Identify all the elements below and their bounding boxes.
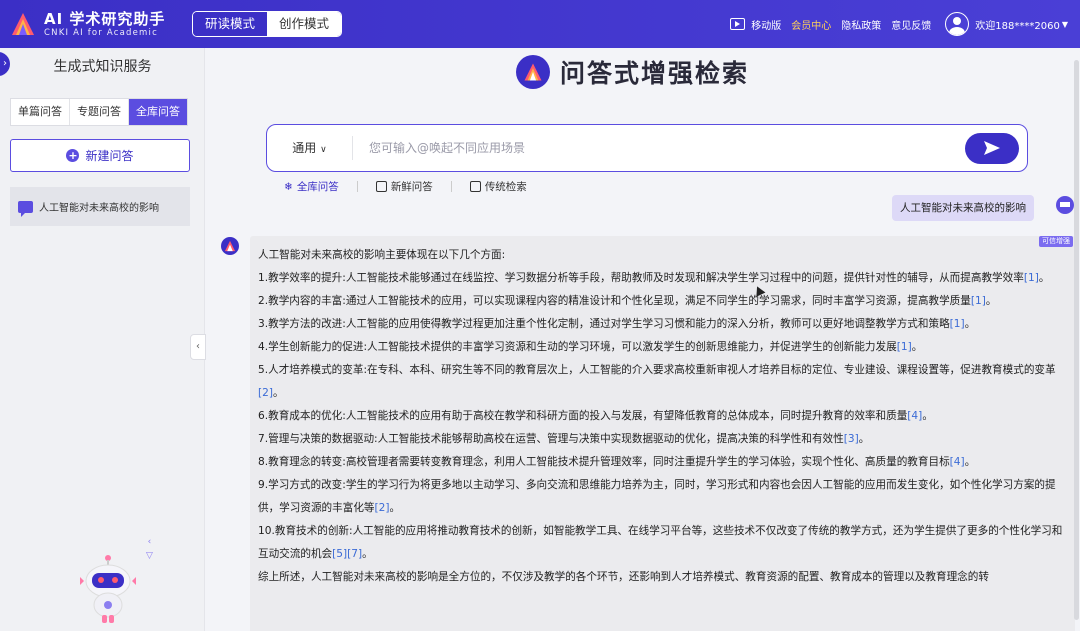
chat-icon bbox=[18, 200, 33, 217]
scope-label: 通用 bbox=[292, 141, 317, 155]
reference-link[interactable]: [5][7] bbox=[332, 548, 362, 560]
answer-item: 7.管理与决策的数据驱动:人工智能技术能够帮助高校在运营、管理与决策中实现数据驱… bbox=[258, 428, 1065, 451]
tab-fresh-qa[interactable]: 新鲜问答 bbox=[375, 179, 433, 194]
reference-link[interactable]: [3] bbox=[844, 433, 859, 445]
scrollbar[interactable] bbox=[1074, 60, 1079, 620]
answer-item-text: 2.教学内容的丰富:通过人工智能技术的应用，可以实现课程内容的精准设计和个性化呈… bbox=[258, 295, 971, 307]
tab-study-mode[interactable]: 研读模式 bbox=[193, 12, 268, 36]
reference-link[interactable]: [1] bbox=[897, 341, 912, 353]
app-subtitle: CNKI AI for Academic bbox=[44, 27, 158, 38]
trust-badge: 可信增强 bbox=[1039, 236, 1073, 247]
reference-link[interactable]: [1] bbox=[1024, 272, 1039, 284]
snowflake-icon: ❄ bbox=[284, 180, 293, 193]
answer-item-text: 5.人才培养模式的变革:在专科、本科、研究生等不同的教育层次上，人工智能的介入要… bbox=[258, 364, 1056, 376]
answer-item-end: 。 bbox=[858, 433, 870, 445]
tab-library-search[interactable]: ❄ 全库问答 bbox=[284, 179, 339, 194]
tab-traditional-search[interactable]: 传统检索 bbox=[469, 179, 527, 194]
assistant-controls[interactable]: ‹ ▽ bbox=[146, 535, 153, 563]
search-box: 通用 ∨ bbox=[266, 124, 1028, 172]
sidebar-title: 生成式知识服务 bbox=[53, 59, 152, 75]
answer-item-end: 。 bbox=[964, 456, 976, 468]
reference-link[interactable]: [4] bbox=[950, 456, 965, 468]
collapse-sidebar-button[interactable]: ‹ bbox=[190, 334, 206, 360]
app-title: AI 学术研究助手 bbox=[44, 9, 166, 28]
mobile-link[interactable]: 移动版 bbox=[751, 17, 781, 32]
answer-item-end: 。 bbox=[389, 502, 401, 514]
answer-item-text: 3.教学方法的改进:人工智能的应用使得教学过程更加注重个性化定制，通过对学生学习… bbox=[258, 318, 950, 330]
chevron-down-icon[interactable]: ▼ bbox=[1062, 20, 1068, 29]
reference-link[interactable]: [2] bbox=[258, 387, 273, 399]
answer-item: 10.教育技术的创新:人工智能的应用将推动教育技术的创新，如智能教学工具、在线学… bbox=[258, 520, 1065, 566]
tab-traditional-search-label: 传统检索 bbox=[484, 181, 527, 193]
answer-item: 1.教学效率的提升:人工智能技术能够通过在线监控、学习数据分析等手段，帮助教师及… bbox=[258, 267, 1065, 290]
sidebar: › 生成式知识服务 单篇问答 专题问答 全库问答 + 新建问答 人工智能对未来高… bbox=[0, 48, 206, 631]
answer-item-end: 。 bbox=[964, 318, 976, 330]
answer-item: 4.学生创新能力的促进:人工智能技术提供的丰富学习资源和生动的学习环境，可以激发… bbox=[258, 336, 1065, 359]
hero: 问答式增强检索 bbox=[516, 54, 749, 90]
answer-intro: 人工智能对未来高校的影响主要体现在以下几个方面: bbox=[258, 249, 506, 261]
answer-panel: 可信增强 人工智能对未来高校的影响主要体现在以下几个方面: 1.教学效率的提升:… bbox=[250, 236, 1075, 631]
new-qa-button[interactable]: + 新建问答 bbox=[10, 139, 190, 172]
answer-item: 3.教学方法的改进:人工智能的应用使得教学过程更加注重个性化定制，通过对学生学习… bbox=[258, 313, 1065, 336]
chevron-down-icon: ∨ bbox=[320, 145, 327, 155]
answer-item: 5.人才培养模式的变革:在专科、本科、研究生等不同的教育层次上，人工智能的介入要… bbox=[258, 359, 1065, 405]
feedback-link[interactable]: 意见反馈 bbox=[891, 17, 931, 32]
document-icon bbox=[469, 181, 481, 192]
answer-item-end: 。 bbox=[911, 341, 923, 353]
privacy-link[interactable]: 隐私政策 bbox=[841, 17, 881, 32]
reference-link[interactable]: [4] bbox=[907, 410, 922, 422]
history-item[interactable]: 人工智能对未来高校的影响 bbox=[10, 187, 190, 226]
answer-item: 9.学习方式的改变:学生的学习行为将更多地以主动学习、多向交流和思维能力培养为主… bbox=[258, 474, 1065, 520]
scope-select[interactable]: 通用 ∨ bbox=[267, 136, 353, 160]
app-logo[interactable]: AI 学术研究助手 CNKI AI for Academic bbox=[10, 10, 180, 39]
sidebar-tabs: 单篇问答 专题问答 全库问答 bbox=[10, 98, 188, 126]
plus-icon: + bbox=[66, 149, 80, 162]
new-qa-label: 新建问答 bbox=[85, 149, 134, 163]
logo-icon bbox=[12, 13, 34, 35]
answer-item-end: 。 bbox=[1038, 272, 1050, 284]
reference-link[interactable]: [1] bbox=[950, 318, 965, 330]
answer-item: 8.教育理念的转变:高校管理者需要转变教育理念，利用人工智能技术提升管理效率，同… bbox=[258, 451, 1065, 474]
answer-summary: 综上所述，人工智能对未来高校的影响是全方位的，不仅涉及教学的各个环节，还影响到人… bbox=[258, 571, 989, 583]
user-name[interactable]: 欢迎188****2060 bbox=[975, 17, 1060, 32]
answer-item: 6.教育成本的优化:人工智能技术的应用有助于高校在教学和科研方面的投入与发展，有… bbox=[258, 405, 1065, 428]
answer-item-end: 。 bbox=[985, 295, 997, 307]
send-icon bbox=[984, 141, 1000, 155]
avatar[interactable] bbox=[945, 12, 970, 36]
answer-item-text: 8.教育理念的转变:高校管理者需要转变教育理念，利用人工智能技术提升管理效率，同… bbox=[258, 456, 950, 468]
tab-topic-qa[interactable]: 专题问答 bbox=[70, 99, 129, 125]
news-icon bbox=[375, 181, 387, 192]
tab-fresh-qa-label: 新鲜问答 bbox=[390, 181, 433, 193]
main-content: 问答式增强检索 通用 ∨ ❄ 全库问答 新鲜问答 传统检索 人工智能对未来高校的… bbox=[206, 48, 1080, 631]
answer-item: 2.教学内容的丰富:通过人工智能技术的应用，可以实现课程内容的精准设计和个性化呈… bbox=[258, 290, 1065, 313]
user-question-bubble: 人工智能对未来高校的影响 bbox=[892, 195, 1034, 221]
bot-avatar-icon bbox=[221, 237, 239, 255]
answer-item-text: 4.学生创新能力的促进:人工智能技术提供的丰富学习资源和生动的学习环境，可以激发… bbox=[258, 341, 897, 353]
reference-link[interactable]: [2] bbox=[375, 502, 390, 514]
answer-item-end: 。 bbox=[273, 387, 284, 399]
search-mode-tabs: ❄ 全库问答 新鲜问答 传统检索 bbox=[284, 179, 545, 194]
answer-item-end: 。 bbox=[922, 410, 933, 422]
user-avatar-icon bbox=[1056, 196, 1074, 214]
member-center-link[interactable]: 会员中心 bbox=[791, 17, 831, 32]
send-button[interactable] bbox=[965, 132, 1019, 164]
search-input[interactable] bbox=[353, 141, 965, 155]
tab-library-qa[interactable]: 全库问答 bbox=[129, 99, 187, 125]
history-item-label: 人工智能对未来高校的影响 bbox=[39, 203, 159, 214]
robot-assistant-icon[interactable] bbox=[78, 553, 138, 625]
answer-item-text: 1.教学效率的提升:人工智能技术能够通过在线监控、学习数据分析等手段，帮助教师及… bbox=[258, 272, 1024, 284]
tab-create-mode[interactable]: 创作模式 bbox=[267, 12, 342, 36]
mobile-icon bbox=[730, 18, 746, 30]
top-header: AI 学术研究助手 CNKI AI for Academic 研读模式 创作模式… bbox=[0, 0, 1080, 48]
hero-logo-icon bbox=[516, 55, 550, 89]
page-title: 问答式增强检索 bbox=[560, 59, 750, 88]
answer-item-text: 6.教育成本的优化:人工智能技术的应用有助于高校在教学和科研方面的投入与发展，有… bbox=[258, 410, 908, 422]
tab-single-qa[interactable]: 单篇问答 bbox=[11, 99, 70, 125]
tab-library-search-label: 全库问答 bbox=[296, 181, 339, 193]
answer-item-text: 7.管理与决策的数据驱动:人工智能技术能够帮助高校在运营、管理与决策中实现数据驱… bbox=[258, 433, 844, 445]
mode-switch: 研读模式 创作模式 bbox=[192, 11, 343, 37]
answer-item-text: 10.教育技术的创新:人工智能的应用将推动教育技术的创新，如智能教学工具、在线学… bbox=[258, 525, 1063, 560]
reference-link[interactable]: [1] bbox=[971, 295, 986, 307]
answer-item-end: 。 bbox=[362, 548, 373, 560]
